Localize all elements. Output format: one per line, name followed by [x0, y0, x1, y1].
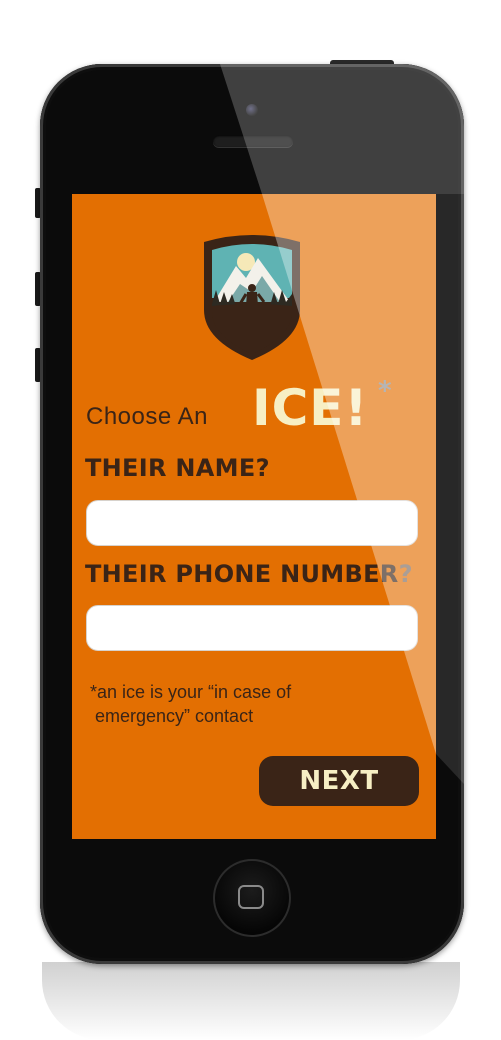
app-screen: Choose An ICE! * THEIR NAME? THEIR PHONE… — [72, 194, 436, 839]
phone-body: Choose An ICE! * THEIR NAME? THEIR PHONE… — [40, 64, 464, 964]
footnote-line-1: *an ice is your “in case of — [90, 682, 292, 702]
phone-label-text: THEIR PHONE NUMBER — [85, 560, 399, 588]
phone-input[interactable] — [86, 605, 418, 651]
headline-asterisk: * — [378, 376, 392, 406]
footnote-line-2: emergency” contact — [90, 706, 254, 726]
next-button[interactable]: NEXT — [259, 756, 419, 806]
headline-prefix: Choose An — [86, 403, 208, 430]
name-input[interactable] — [86, 500, 418, 546]
home-button-icon — [238, 885, 264, 909]
phone-mockup-stage: Choose An ICE! * THEIR NAME? THEIR PHONE… — [0, 0, 501, 1040]
front-camera-icon — [246, 104, 258, 116]
phone-label-question: ? — [398, 560, 413, 588]
phone-label: THEIR PHONE NUMBER? — [85, 560, 413, 588]
phone-reflection — [42, 962, 460, 1040]
name-label: THEIR NAME? — [85, 454, 270, 482]
home-button[interactable] — [213, 859, 291, 937]
name-label-question: ? — [255, 454, 270, 482]
mountain-hiker-badge-icon — [204, 235, 300, 360]
ice-footnote: *an ice is your “in case of emergency” c… — [90, 680, 390, 728]
earpiece-speaker — [213, 135, 293, 147]
name-label-text: THEIR NAME — [85, 454, 256, 482]
headline-ice: ICE! — [252, 379, 369, 437]
headline: Choose An ICE! * — [86, 376, 426, 442]
